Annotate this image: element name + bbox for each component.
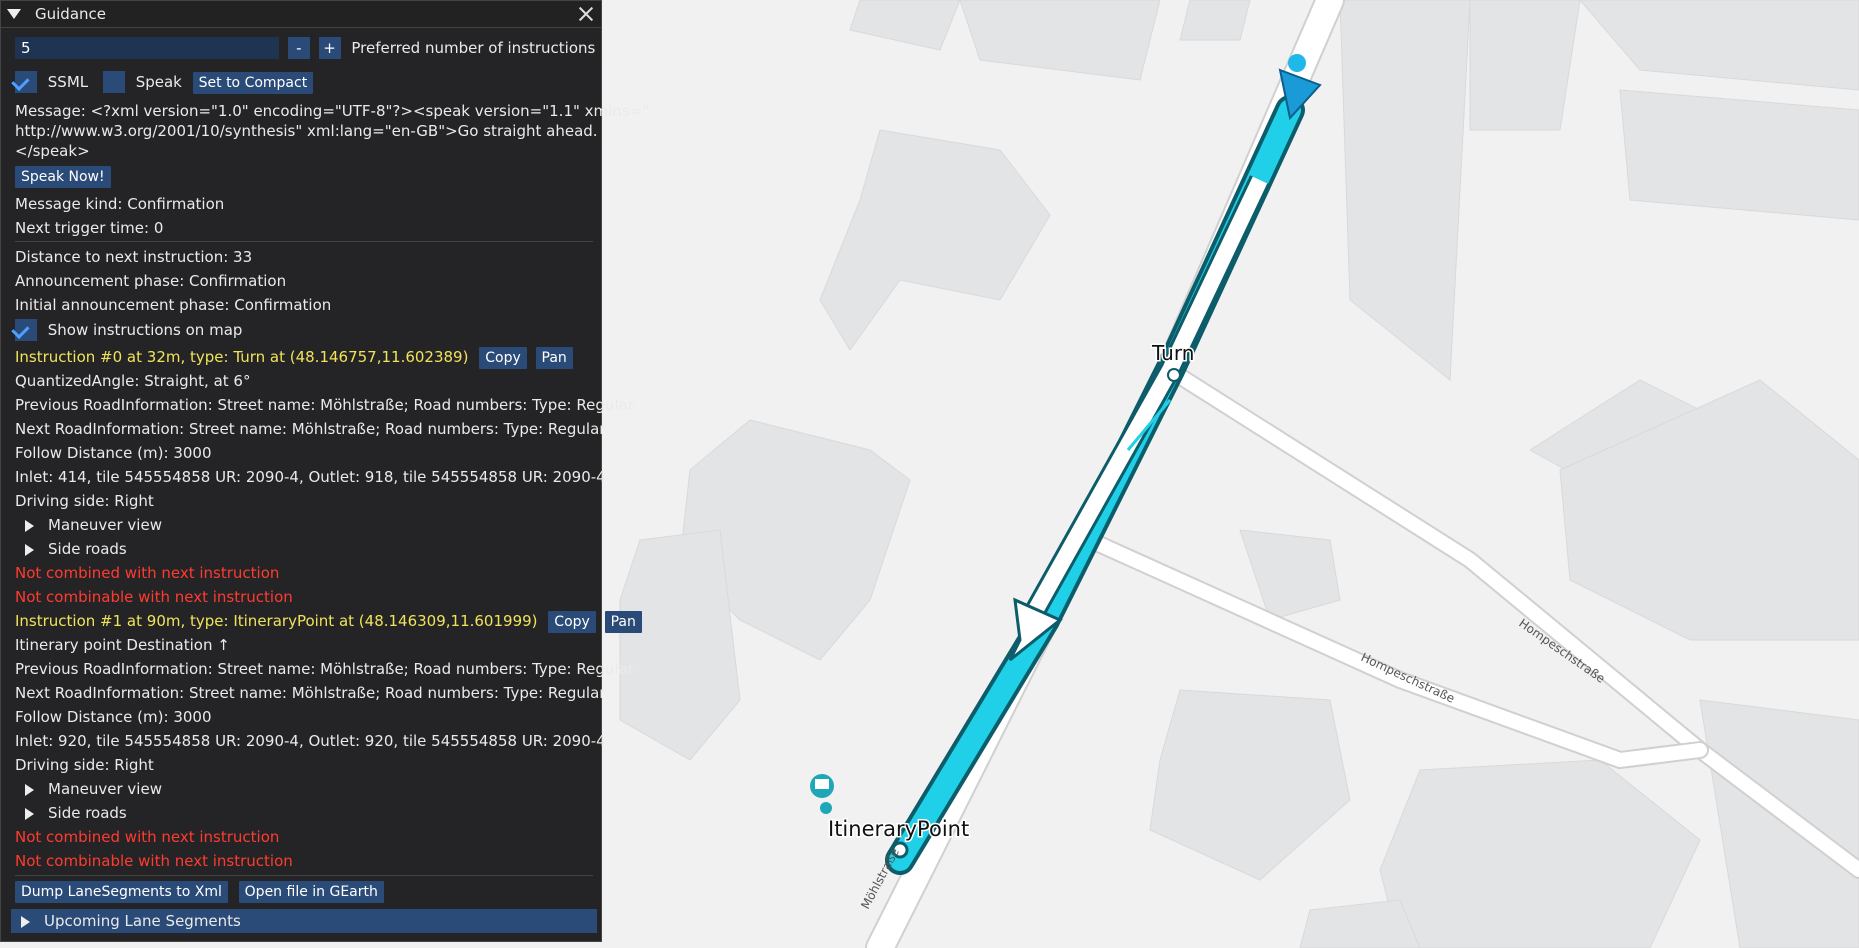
message-line-2: http://www.w3.org/2001/10/synthesis" xml… <box>15 122 598 140</box>
footer-buttons: Dump LaneSegments to Xml Open file in GE… <box>15 881 384 903</box>
ssml-checkbox[interactable] <box>15 71 37 93</box>
instruction-1-inlet: Inlet: 920, tile 545554858 UR: 2090-4, O… <box>15 732 606 750</box>
collapse-triangle-icon[interactable] <box>7 9 21 19</box>
instructions-count-input[interactable]: 5 <box>15 37 279 59</box>
guidance-titlebar[interactable]: Guidance <box>1 1 601 28</box>
instruction-1-pan-button[interactable]: Pan <box>604 611 642 633</box>
instruction-0-follow: Follow Distance (m): 3000 <box>15 444 212 462</box>
open-gearth-button[interactable]: Open file in GEarth <box>238 881 384 903</box>
instruction-0-header: Instruction #0 at 32m, type: Turn at (48… <box>15 347 573 369</box>
side-roads-label[interactable]: Side roads <box>48 804 127 822</box>
instruction-1-not-combinable: Not combinable with next instruction <box>15 852 293 870</box>
instruction-0-next-road: Next RoadInformation: Street name: Möhls… <box>15 420 606 438</box>
upcoming-lane-segments-header[interactable]: Upcoming Lane Segments <box>11 909 597 933</box>
instruction-1-maneuver-view[interactable]: Maneuver view <box>15 779 162 799</box>
instruction-0-prev-road: Previous RoadInformation: Street name: M… <box>15 396 634 414</box>
speak-checkbox[interactable] <box>102 71 125 93</box>
side-roads-label[interactable]: Side roads <box>48 540 127 558</box>
show-instructions-row: Show instructions on map <box>15 319 242 341</box>
instruction-0-angle: QuantizedAngle: Straight, at 6° <box>15 372 251 390</box>
message-line-1: Message: <?xml version="1.0" encoding="U… <box>15 102 650 120</box>
instruction-0-pan-button[interactable]: Pan <box>535 347 573 369</box>
set-compact-button[interactable]: Set to Compact <box>192 71 314 94</box>
expand-triangle-icon[interactable] <box>25 807 34 820</box>
window-title: Guidance <box>35 5 106 23</box>
instruction-0-side-roads[interactable]: Side roads <box>15 539 127 559</box>
instruction-1-copy-button[interactable]: Copy <box>548 611 596 633</box>
turn-map-label: Turn <box>1151 341 1194 365</box>
message-kind: Message kind: Confirmation <box>15 195 225 213</box>
instruction-1-next-road: Next RoadInformation: Street name: Möhls… <box>15 684 606 702</box>
guidance-window[interactable]: Guidance 5 - + Preferred number of instr… <box>0 0 649 942</box>
instruction-1-driving-side: Driving side: Right <box>15 756 154 774</box>
speak-now-row: Speak Now! <box>15 166 111 188</box>
next-trigger-time: Next trigger time: 0 <box>15 219 164 237</box>
instruction-1-follow: Follow Distance (m): 3000 <box>15 708 212 726</box>
instructions-count-row: 5 - + Preferred number of instructions <box>15 37 595 59</box>
expand-triangle-icon[interactable] <box>25 783 34 796</box>
close-icon[interactable] <box>577 5 595 23</box>
decrement-button[interactable]: - <box>287 37 310 59</box>
instruction-0-not-combined: Not combined with next instruction <box>15 564 280 582</box>
speak-label: Speak <box>135 72 182 91</box>
distance-next-instruction: Distance to next instruction: 33 <box>15 248 253 266</box>
expand-triangle-icon[interactable] <box>25 543 34 556</box>
increment-button[interactable]: + <box>318 37 341 59</box>
instruction-1-not-combined: Not combined with next instruction <box>15 828 280 846</box>
initial-announcement-phase: Initial announcement phase: Confirmation <box>15 296 332 314</box>
speak-now-button[interactable]: Speak Now! <box>15 166 111 188</box>
message-line-3: </speak> <box>15 142 90 160</box>
instruction-1-itinerary: Itinerary point Destination ↑ <box>15 636 230 654</box>
turn-point-marker <box>1167 368 1181 382</box>
preferred-instructions-label: Preferred number of instructions <box>351 38 596 57</box>
instruction-0-driving-side: Driving side: Right <box>15 492 154 510</box>
expand-triangle-icon[interactable] <box>21 915 30 928</box>
instruction-0-maneuver-view[interactable]: Maneuver view <box>15 515 162 535</box>
show-instructions-checkbox[interactable] <box>15 319 37 341</box>
instruction-1-title: Instruction #1 at 90m, type: ItineraryPo… <box>15 612 538 630</box>
dump-lanesegments-button[interactable]: Dump LaneSegments to Xml <box>15 881 228 903</box>
instruction-0-title: Instruction #0 at 32m, type: Turn at (48… <box>15 348 469 366</box>
instruction-0-inlet: Inlet: 414, tile 545554858 UR: 2090-4, O… <box>15 468 606 486</box>
divider <box>15 241 593 242</box>
ssml-label: SSML <box>47 72 89 91</box>
instruction-1-header: Instruction #1 at 90m, type: ItineraryPo… <box>15 611 642 633</box>
instruction-0-not-combinable: Not combinable with next instruction <box>15 588 293 606</box>
itinerary-map-label: ItineraryPoint <box>828 817 969 841</box>
maneuver-view-label[interactable]: Maneuver view <box>48 780 162 798</box>
instruction-1-prev-road: Previous RoadInformation: Street name: M… <box>15 660 634 678</box>
expand-triangle-icon[interactable] <box>25 519 34 532</box>
maneuver-view-label[interactable]: Maneuver view <box>48 516 162 534</box>
announcement-phase: Announcement phase: Confirmation <box>15 272 287 290</box>
instruction-0-copy-button[interactable]: Copy <box>479 347 527 369</box>
divider <box>15 875 593 876</box>
ssml-row: SSML Speak Set to Compact <box>15 71 314 94</box>
instruction-1-side-roads[interactable]: Side roads <box>15 803 127 823</box>
upcoming-lane-segments-label[interactable]: Upcoming Lane Segments <box>44 912 241 930</box>
show-instructions-label: Show instructions on map <box>47 320 243 339</box>
